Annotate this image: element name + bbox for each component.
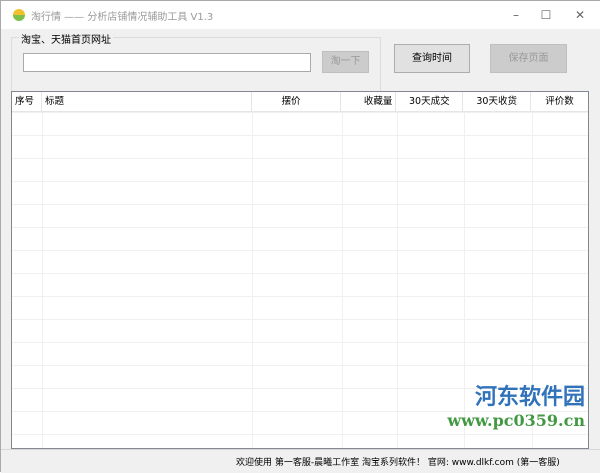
col-reviews[interactable]: 评价数 (531, 92, 588, 111)
table-header: 序号 标题 摆价 收藏量 30天成交 30天收货 评价数 (12, 92, 588, 112)
status-bar: 欢迎使用 第一客服-晨曦工作室 淘宝系列软件！ 官网: www.dlkf.com… (1, 449, 600, 473)
watermark-url: www.pc0359.cn (447, 411, 585, 430)
app-logo-icon (13, 9, 25, 21)
col-price[interactable]: 摆价 (252, 92, 342, 111)
status-text: 欢迎使用 第一客服-晨曦工作室 淘宝系列软件！ 官网: www.dlkf.com… (236, 458, 560, 468)
col-30day-sales[interactable]: 30天成交 (396, 92, 464, 111)
search-button[interactable]: 淘一下 (322, 51, 369, 73)
url-group-label: 淘宝、天猫首页网址 (19, 31, 113, 46)
maximize-button[interactable]: ☐ (531, 5, 561, 25)
title-bar: 淘行情 —— 分析店铺情况辅助工具 V1.3 – ☐ ✕ (1, 1, 600, 29)
url-input[interactable] (23, 53, 311, 72)
watermark: 河东软件园 www.pc0359.cn (447, 379, 585, 430)
minimize-button[interactable]: – (501, 5, 531, 25)
close-button[interactable]: ✕ (565, 5, 595, 25)
col-favorites[interactable]: 收藏量 (341, 92, 397, 111)
save-page-button[interactable]: 保存页面 (490, 44, 567, 73)
col-title[interactable]: 标题 (42, 92, 252, 111)
window-title: 淘行情 —— 分析店铺情况辅助工具 V1.3 (31, 11, 214, 23)
watermark-name: 河东软件园 (474, 384, 585, 410)
query-time-button[interactable]: 查询时间 (394, 44, 470, 73)
col-index[interactable]: 序号 (12, 92, 42, 111)
col-30day-received[interactable]: 30天收货 (463, 92, 532, 111)
